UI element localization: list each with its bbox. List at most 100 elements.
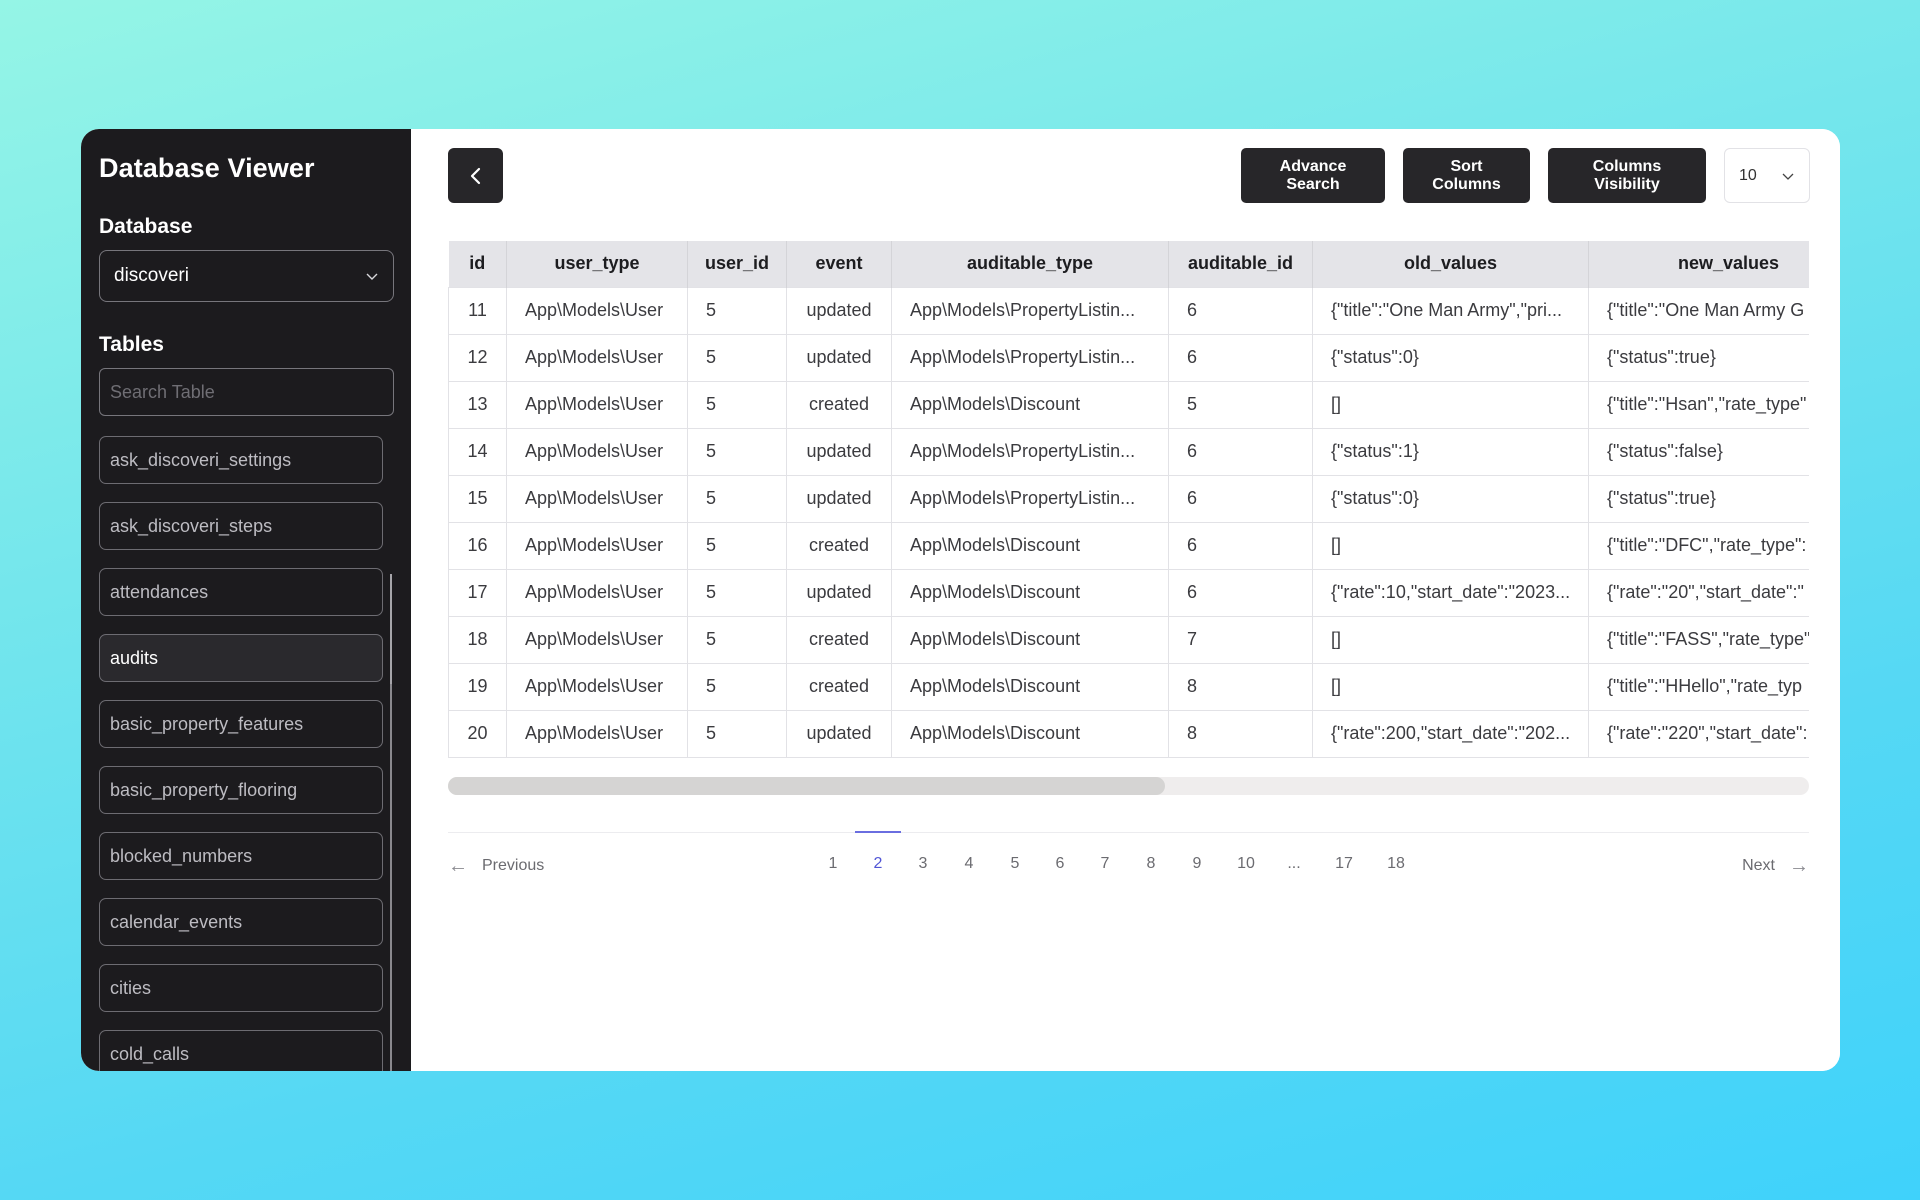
table-list-item[interactable]: audits bbox=[99, 634, 383, 682]
per-page-select[interactable]: 10 bbox=[1724, 148, 1810, 203]
column-header-auditable-id[interactable]: auditable_id bbox=[1168, 241, 1313, 287]
page-number[interactable]: 3 bbox=[908, 855, 938, 873]
table-row[interactable]: 20 App\Models\User 5 updated App\Models\Disc… bbox=[448, 709, 1809, 758]
cell-id: 11 bbox=[448, 286, 507, 335]
cell-auditable-type: App\Models\PropertyListin... bbox=[891, 333, 1169, 382]
cell-auditable-type: App\Models\PropertyListin... bbox=[891, 474, 1169, 523]
table-row[interactable]: 13 App\Models\User 5 created App\Models\Disc… bbox=[448, 380, 1809, 429]
column-header-old-values[interactable]: old_values bbox=[1312, 241, 1589, 287]
search-table-input[interactable] bbox=[99, 368, 394, 416]
cell-event: updated bbox=[786, 568, 892, 617]
cell-user-type: App\Models\User bbox=[506, 380, 688, 429]
table-row[interactable]: 14 App\Models\User 5 updated App\Models\Prop… bbox=[448, 427, 1809, 476]
cell-id: 13 bbox=[448, 380, 507, 429]
page-number[interactable]: 1 bbox=[818, 855, 848, 873]
column-header-event[interactable]: event bbox=[786, 241, 892, 287]
column-header-id[interactable]: id bbox=[448, 241, 507, 287]
table-row[interactable]: 16 App\Models\User 5 created App\Models\Disc… bbox=[448, 521, 1809, 570]
cell-event: updated bbox=[786, 709, 892, 758]
table-list-item[interactable]: cold_calls bbox=[99, 1030, 383, 1071]
page-ellipsis: ... bbox=[1287, 854, 1301, 872]
column-header-user-id[interactable]: user_id bbox=[687, 241, 787, 287]
cell-user-id: 5 bbox=[687, 427, 787, 476]
page-number[interactable]: 17 bbox=[1329, 855, 1359, 873]
cell-user-type: App\Models\User bbox=[506, 521, 688, 570]
cell-auditable-id: 6 bbox=[1168, 568, 1313, 617]
page-number[interactable]: 18 bbox=[1381, 855, 1411, 873]
chevron-down-icon bbox=[1782, 173, 1794, 180]
database-select[interactable]: discoveri bbox=[99, 250, 394, 302]
table-list-item[interactable]: ask_discoveri_steps bbox=[99, 502, 383, 550]
cell-new-values: {"rate":"20","start_date":" bbox=[1588, 568, 1809, 617]
cell-id: 17 bbox=[448, 568, 507, 617]
table-header-row: id user_type user_id event auditable_type aud… bbox=[448, 241, 1809, 287]
page-number[interactable]: 8 bbox=[1136, 855, 1166, 873]
advance-search-button[interactable]: Advance Search bbox=[1241, 148, 1385, 203]
table-row[interactable]: 18 App\Models\User 5 created App\Models\Disc… bbox=[448, 615, 1809, 664]
page-number[interactable]: 4 bbox=[954, 855, 984, 873]
cell-event: created bbox=[786, 662, 892, 711]
page-number[interactable]: 9 bbox=[1182, 855, 1212, 873]
cell-old-values: [] bbox=[1312, 521, 1589, 570]
columns-visibility-button[interactable]: Columns Visibility bbox=[1548, 148, 1706, 203]
sort-columns-button[interactable]: Sort Columns bbox=[1403, 148, 1530, 203]
cell-new-values: {"rate":"220","start_date": bbox=[1588, 709, 1809, 758]
table-list-item-label: ask_discoveri_settings bbox=[110, 449, 292, 470]
cell-user-id: 5 bbox=[687, 474, 787, 523]
page-number[interactable]: 5 bbox=[1000, 855, 1030, 873]
cell-event: created bbox=[786, 521, 892, 570]
horizontal-scrollbar-thumb[interactable] bbox=[448, 776, 1165, 795]
cell-user-id: 5 bbox=[687, 380, 787, 429]
back-button[interactable] bbox=[448, 148, 503, 203]
page-number[interactable]: 2 bbox=[855, 830, 901, 873]
table-list-item[interactable]: calendar_events bbox=[99, 898, 383, 946]
cell-old-values: {"rate":200,"start_date":"202... bbox=[1312, 709, 1589, 758]
table-row[interactable]: 19 App\Models\User 5 created App\Models\Disc… bbox=[448, 662, 1809, 711]
arrow-right-icon: → bbox=[1789, 854, 1809, 877]
column-header-user-type[interactable]: user_type bbox=[506, 241, 688, 287]
table-list-item-label: cities bbox=[110, 977, 152, 998]
table-list-item[interactable]: attendances bbox=[99, 568, 383, 616]
cell-old-values: {"status":0} bbox=[1312, 474, 1589, 523]
table-list-item-label: ask_discoveri_steps bbox=[110, 515, 273, 536]
cell-new-values: {"title":"FASS","rate_type" bbox=[1588, 615, 1809, 664]
per-page-value: 10 bbox=[1739, 166, 1757, 184]
column-header-auditable-type[interactable]: auditable_type bbox=[891, 241, 1169, 287]
page-number[interactable]: 6 bbox=[1045, 855, 1075, 873]
cell-user-id: 5 bbox=[687, 709, 787, 758]
table-row[interactable]: 11 App\Models\User 5 updated App\Models\Prop… bbox=[448, 286, 1809, 335]
cell-user-id: 5 bbox=[687, 568, 787, 617]
sidebar-scrollbar-thumb[interactable] bbox=[390, 574, 392, 684]
page-number[interactable]: 10 bbox=[1231, 855, 1261, 873]
main-panel: Advance Search Sort Columns Columns Visi… bbox=[411, 129, 1840, 1071]
table-list-item[interactable]: cities bbox=[99, 964, 383, 1012]
cell-id: 14 bbox=[448, 427, 507, 476]
cell-user-id: 5 bbox=[687, 333, 787, 382]
table-row[interactable]: 17 App\Models\User 5 updated App\Models\Disc… bbox=[448, 568, 1809, 617]
page-number[interactable]: 7 bbox=[1090, 855, 1120, 873]
column-header-new-values[interactable]: new_values bbox=[1588, 241, 1809, 287]
cell-id: 18 bbox=[448, 615, 507, 664]
cell-old-values: [] bbox=[1312, 380, 1589, 429]
table-list-item[interactable]: basic_property_flooring bbox=[99, 766, 383, 814]
cell-id: 16 bbox=[448, 521, 507, 570]
cell-new-values: {"title":"Hsan","rate_type" bbox=[1588, 380, 1809, 429]
cell-auditable-type: App\Models\Discount bbox=[891, 615, 1169, 664]
table-list-item-label: basic_property_features bbox=[110, 713, 304, 734]
sidebar-scrollbar[interactable] bbox=[390, 574, 392, 1071]
data-table: id user_type user_id event auditable_type aud… bbox=[448, 241, 1809, 758]
chevron-down-icon bbox=[366, 273, 378, 280]
horizontal-scrollbar[interactable] bbox=[448, 776, 1809, 795]
table-list-item[interactable]: basic_property_features bbox=[99, 700, 383, 748]
table-row[interactable]: 15 App\Models\User 5 updated App\Models\Prop… bbox=[448, 474, 1809, 523]
table-row[interactable]: 12 App\Models\User 5 updated App\Models\Prop… bbox=[448, 333, 1809, 382]
cell-id: 20 bbox=[448, 709, 507, 758]
table-list-item-label: basic_property_flooring bbox=[110, 779, 298, 800]
cell-old-values: {"status":0} bbox=[1312, 333, 1589, 382]
table-list-item[interactable]: ask_discoveri_settings bbox=[99, 436, 383, 484]
table-list-item[interactable]: blocked_numbers bbox=[99, 832, 383, 880]
cell-user-id: 5 bbox=[687, 662, 787, 711]
cell-auditable-id: 6 bbox=[1168, 521, 1313, 570]
next-page-button[interactable]: Next → bbox=[1742, 855, 1809, 878]
cell-new-values: {"title":"HHello","rate_typ bbox=[1588, 662, 1809, 711]
